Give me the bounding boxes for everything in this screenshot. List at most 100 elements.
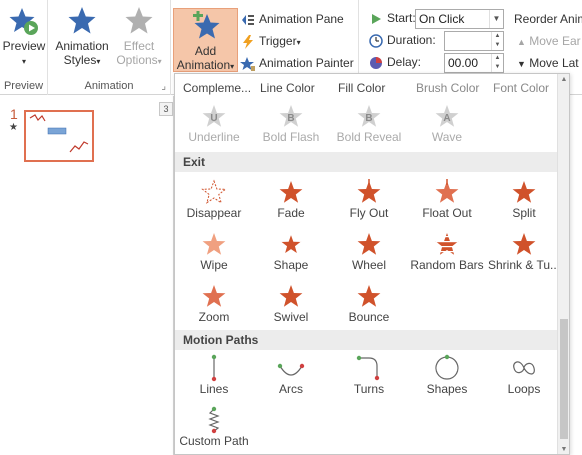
effect-zoom[interactable]: Zoom — [175, 282, 253, 324]
preview-button[interactable]: Preview ▾ — [1, 6, 47, 69]
wheel-icon — [357, 233, 381, 255]
start-label: Start: — [387, 11, 416, 25]
effect-label: Fade — [277, 206, 305, 220]
effect-shape[interactable]: Shape — [252, 230, 330, 272]
slide-number: 1 — [10, 106, 18, 122]
move-earlier-button[interactable]: ▲ Move Ear — [517, 31, 581, 51]
effect-split[interactable]: Split — [485, 178, 563, 220]
preview-star-icon — [9, 8, 38, 35]
animation-styles-label-line2: Styles — [63, 53, 97, 67]
animation-styles-label-line1: Animation — [55, 39, 109, 53]
effect-fly-out[interactable]: Fly Out — [330, 178, 408, 220]
bold-flash-icon: B — [279, 105, 303, 127]
effect-lines[interactable]: Lines — [175, 354, 253, 396]
animation-gallery: Compleme... Line Color Fill Color Brush Col… — [174, 73, 570, 455]
lines-path-icon — [211, 354, 217, 382]
slide-thumbnail[interactable] — [24, 110, 94, 162]
duration-up-icon[interactable]: ▲ — [491, 32, 503, 41]
effect-options-label-line1: Effect — [123, 39, 155, 53]
effect-bold-reveal[interactable]: B Bold Reveal — [330, 102, 408, 144]
shrink-tu-icon — [512, 233, 536, 255]
animation-group-launcher-icon[interactable]: ⌟ — [161, 81, 166, 92]
bold-flash-glyph: B — [287, 113, 294, 124]
effect-wipe[interactable]: Wipe — [175, 230, 253, 272]
trigger-label: Trigger — [259, 34, 297, 48]
effect-label: Split — [512, 206, 536, 220]
trigger-button[interactable]: Trigger▾ — [240, 31, 301, 51]
animation-styles-button[interactable]: Animation Styles▾ — [52, 6, 112, 69]
effect-wave[interactable]: A Wave — [408, 102, 486, 144]
effect-disappear[interactable]: Disappear — [175, 178, 253, 220]
effect-options-label-line2: Options — [116, 53, 158, 67]
effect-label: Bold Reveal — [336, 130, 402, 144]
animation-painter-button[interactable]: Animation Painter — [240, 53, 354, 73]
effect-loops[interactable]: Loops — [485, 354, 563, 396]
effect-label: Turns — [353, 382, 385, 396]
custom-path-path-icon — [208, 406, 220, 434]
effect-shrink-tu[interactable]: Shrink & Tu... — [485, 230, 563, 272]
scroll-down-icon[interactable]: ▼ — [558, 444, 569, 454]
effect-custom-path[interactable]: Custom Path — [175, 406, 253, 448]
pane-collapse-button[interactable]: 3 — [159, 102, 173, 116]
preview-label: Preview — [2, 39, 46, 53]
effect-arcs[interactable]: Arcs — [252, 354, 330, 396]
duration-spinner[interactable]: ▲ ▼ — [444, 31, 504, 51]
delay-icon — [370, 56, 382, 69]
effect-fade[interactable]: Fade — [252, 178, 330, 220]
delay-down-icon[interactable]: ▼ — [491, 63, 503, 72]
animation-pane-button[interactable]: Animation Pane — [240, 9, 344, 29]
duration-label: Duration: — [387, 33, 436, 47]
animation-pane-label: Animation Pane — [259, 12, 344, 26]
slide-thumbnail-content — [29, 114, 89, 153]
start-play-icon — [372, 13, 381, 24]
effect-options-dropdown-arrow: ▾ — [157, 57, 162, 66]
scrollbar-thumb[interactable] — [560, 319, 568, 439]
effect-label: Shapes — [426, 382, 468, 396]
effect-label: Wipe — [200, 258, 228, 272]
disappear-icon — [201, 179, 227, 204]
animation-styles-star-icon — [68, 7, 96, 34]
effect-label: Loops — [507, 382, 541, 396]
exit-section-header: Exit — [175, 152, 557, 172]
effect-label: Random Bars — [410, 258, 484, 272]
effect-random-bars[interactable]: Random Bars — [408, 230, 486, 272]
add-animation-star-icon — [192, 11, 219, 39]
delay-label: Delay: — [387, 55, 422, 69]
gallery-scrollbar[interactable]: ▲ ▼ — [557, 74, 569, 454]
start-dropdown-chevron-icon[interactable]: ▼ — [489, 10, 503, 28]
effect-label: Shrink & Tu... — [487, 258, 561, 272]
delay-spinner[interactable]: 00.00 ▲ ▼ — [444, 53, 504, 73]
animation-pane-icon — [242, 14, 254, 25]
preview-group-label: Preview — [3, 80, 44, 92]
effect-wheel[interactable]: Wheel — [330, 230, 408, 272]
move-later-button[interactable]: ▼ Move Lat — [517, 53, 579, 73]
effect-bounce[interactable]: Bounce — [330, 282, 408, 324]
move-earlier-label: Move Ear — [529, 34, 581, 48]
add-animation-button[interactable]: Add Animation▾ — [173, 8, 238, 72]
move-later-label: Move Lat — [529, 56, 579, 70]
random-bars-icon — [435, 233, 459, 255]
reorder-title: Reorder Anim — [514, 12, 582, 26]
effect-float-out[interactable]: Float Out — [408, 178, 486, 220]
effect-options-button[interactable]: Effect Options▾ — [114, 6, 164, 69]
duration-label-row: Duration: — [368, 30, 436, 50]
start-dropdown[interactable]: On Click ▼ — [415, 9, 504, 29]
top-row-fill-color[interactable]: Fill Color — [338, 81, 385, 95]
effect-bold-flash[interactable]: B Bold Flash — [252, 102, 330, 144]
preview-group: Preview ▾ Preview — [0, 0, 48, 95]
delay-up-icon[interactable]: ▲ — [491, 54, 503, 63]
effect-underline[interactable]: U Underline — [175, 102, 253, 144]
zoom-icon — [202, 285, 226, 307]
effect-shapes[interactable]: Shapes — [408, 354, 486, 396]
effect-label: Wheel — [351, 258, 386, 272]
preview-dropdown-arrow[interactable]: ▾ — [22, 57, 26, 66]
scroll-up-icon[interactable]: ▲ — [558, 74, 569, 86]
effect-label: Shape — [273, 258, 309, 272]
top-row-line-color[interactable]: Line Color — [260, 81, 315, 95]
move-earlier-up-icon: ▲ — [517, 37, 526, 47]
effect-swivel[interactable]: Swivel — [252, 282, 330, 324]
effect-turns[interactable]: Turns — [330, 354, 408, 396]
start-label-row: Start: — [368, 8, 416, 28]
duration-down-icon[interactable]: ▼ — [491, 41, 503, 50]
top-row-compleme[interactable]: Compleme... — [183, 81, 251, 95]
